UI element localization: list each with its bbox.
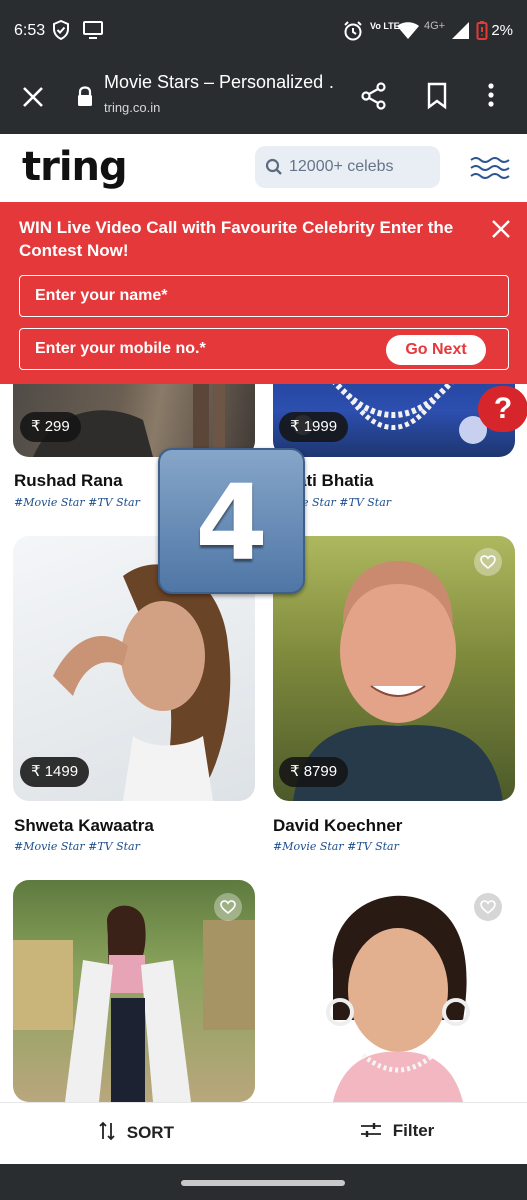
- sort-icon: [99, 1121, 115, 1141]
- signal-icon: [450, 20, 470, 45]
- filter-sliders-icon: [361, 1123, 381, 1137]
- network-type: 4G+: [424, 20, 446, 32]
- shield-icon: [52, 19, 70, 45]
- menu-waves-icon[interactable]: [470, 156, 510, 185]
- contest-banner: WIN Live Video Call with Favourite Celeb…: [0, 202, 527, 384]
- page-title[interactable]: Movie Stars – Personalized …: [104, 72, 336, 93]
- sort-button[interactable]: SORT: [98, 1121, 174, 1143]
- battery-percent: 2%: [491, 22, 513, 39]
- celebrity-tags[interactable]: #Movie Star #TV Star: [14, 496, 140, 509]
- go-next-button[interactable]: Go Next: [386, 335, 486, 365]
- price-badge: ₹ 1499: [20, 757, 90, 787]
- page-url[interactable]: tring.co.in: [104, 100, 160, 115]
- system-nav-bar: [0, 1164, 527, 1200]
- close-banner-icon[interactable]: [490, 218, 512, 245]
- price-badge: ₹ 299: [20, 412, 81, 442]
- number-badge: 4: [158, 448, 305, 594]
- wifi-icon: [396, 20, 420, 45]
- filter-label: Filter: [392, 1121, 435, 1140]
- celebrity-tags[interactable]: e Star #TV Star: [302, 496, 391, 509]
- celebrity-name[interactable]: Rushad Rana: [14, 471, 123, 491]
- search-box[interactable]: [255, 146, 440, 188]
- celebrity-name[interactable]: Shweta Kawaatra: [14, 816, 154, 836]
- home-gesture-pill[interactable]: [181, 1180, 345, 1186]
- status-bar: 6:53 Vo LTE 4G+ 2%: [0, 0, 527, 62]
- celebrity-name[interactable]: David Koechner: [273, 816, 402, 836]
- lock-icon: [76, 86, 94, 113]
- battery-icon: [476, 20, 488, 45]
- close-tab-icon[interactable]: [20, 84, 46, 115]
- sort-filter-bar: SORT Filter: [0, 1102, 527, 1164]
- search-input[interactable]: [289, 155, 429, 179]
- more-options-icon[interactable]: [486, 82, 496, 115]
- site-header: tring: [0, 134, 527, 202]
- contest-text: WIN Live Video Call with Favourite Celeb…: [19, 218, 454, 260]
- tring-logo[interactable]: tring: [22, 144, 128, 190]
- sort-label: SORT: [126, 1123, 174, 1142]
- celebrity-tags[interactable]: #Movie Star #TV Star: [14, 840, 140, 853]
- alarm-icon: [342, 20, 364, 47]
- celebrity-name[interactable]: ati Bhatia: [297, 471, 374, 491]
- help-button[interactable]: ?: [478, 386, 527, 432]
- favorite-heart-icon[interactable]: [474, 548, 502, 576]
- price-badge: ₹ 8799: [279, 757, 349, 787]
- celebrity-tags[interactable]: #Movie Star #TV Star: [273, 840, 399, 853]
- favorite-heart-icon[interactable]: [474, 893, 502, 921]
- bookmark-icon[interactable]: [426, 82, 448, 115]
- filter-button[interactable]: Filter: [360, 1121, 434, 1141]
- status-time: 6:53: [14, 22, 46, 39]
- favorite-heart-icon[interactable]: [214, 893, 242, 921]
- name-field[interactable]: [19, 275, 509, 317]
- share-icon[interactable]: [360, 82, 388, 115]
- browser-toolbar: Movie Stars – Personalized … tring.co.in: [0, 62, 527, 134]
- search-icon: [265, 158, 283, 181]
- screen-cast-icon: [82, 20, 104, 45]
- price-badge: ₹ 1999: [279, 412, 349, 442]
